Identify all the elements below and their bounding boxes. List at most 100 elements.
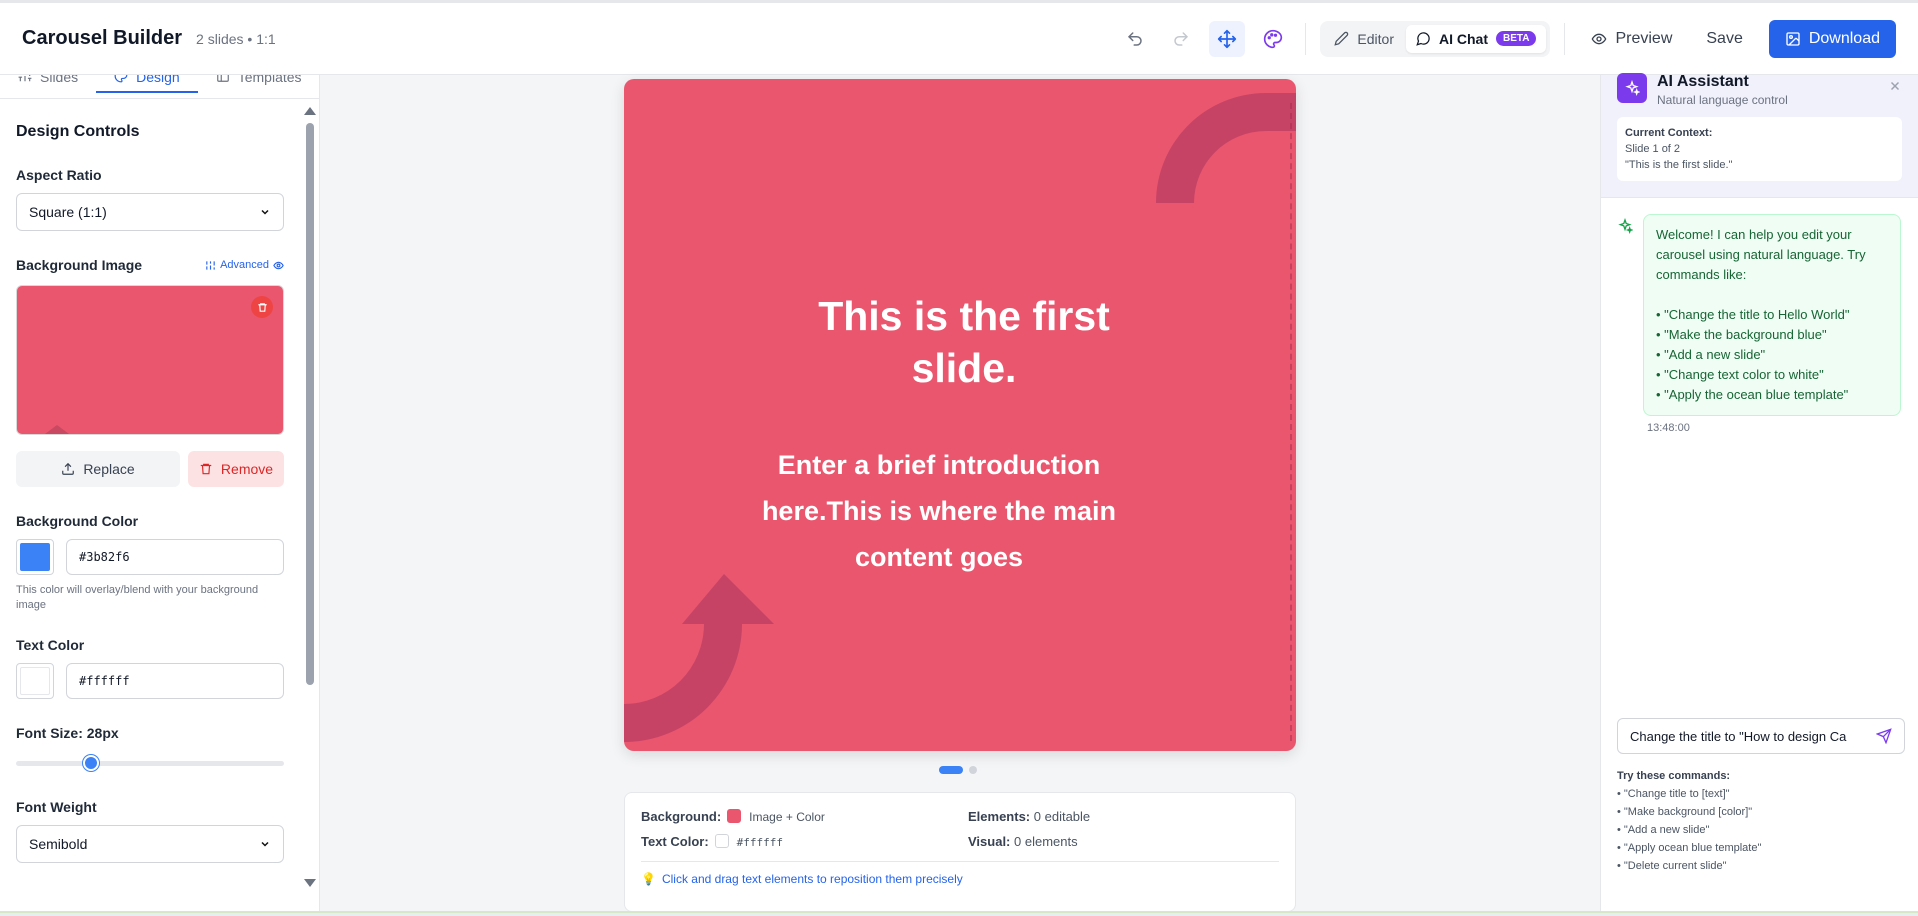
- lightbulb-icon: 💡: [641, 872, 656, 886]
- sliders-icon: [18, 75, 32, 82]
- font-weight-select[interactable]: Semibold: [16, 825, 284, 863]
- current-context: Current Context: Slide 1 of 2 "This is t…: [1617, 117, 1902, 181]
- bg-color-label: Background Color: [16, 513, 139, 529]
- info-text-color-value: #ffffff: [736, 836, 784, 849]
- ai-chat-mode-button[interactable]: AI Chat BETA: [1405, 24, 1547, 53]
- context-label: Current Context:: [1625, 127, 1713, 139]
- command-item[interactable]: • "Add a new slide": [1617, 821, 1761, 839]
- text-color-input[interactable]: #ffffff: [66, 663, 284, 699]
- app-root: Carousel Builder 2 slides • 1:1 Editor A…: [0, 0, 1918, 916]
- slide-canvas[interactable]: This is the first slide. Enter a brief i…: [624, 79, 1296, 751]
- tip-text: Click and drag text elements to repositi…: [661, 872, 963, 886]
- command-item[interactable]: • "Delete current slide": [1617, 857, 1761, 875]
- upload-icon: [62, 462, 75, 475]
- commands-label: Try these commands:: [1617, 770, 1731, 782]
- redo-button[interactable]: [1163, 21, 1199, 57]
- move-tool-button[interactable]: [1209, 20, 1246, 57]
- pencil-icon: [1334, 31, 1349, 46]
- command-item[interactable]: • "Change title to [text]": [1617, 785, 1761, 803]
- scroll-thumb[interactable]: [306, 123, 314, 685]
- slide-count: 2 slides • 1:1: [196, 30, 276, 47]
- undo-button[interactable]: [1117, 21, 1153, 57]
- delete-image-button[interactable]: [251, 296, 273, 318]
- design-sidebar: Slides Design Templates Design Controls …: [0, 75, 320, 911]
- move-icon: [1218, 29, 1237, 48]
- tab-templates-label: Templates: [237, 75, 302, 85]
- ai-header: AI Assistant Natural language control Cu…: [1601, 73, 1918, 198]
- advanced-toggle[interactable]: Advanced: [205, 259, 284, 271]
- text-color-label: Text Color: [16, 637, 85, 653]
- save-button[interactable]: Save: [1694, 22, 1754, 56]
- command-item[interactable]: • "Apply ocean blue template": [1617, 839, 1761, 857]
- slider-track: [16, 761, 284, 766]
- sidebar-scrollbar[interactable]: [303, 103, 317, 887]
- tab-templates[interactable]: Templates: [198, 75, 319, 93]
- info-visual-label: Visual:: [968, 834, 1011, 849]
- ai-assistant-panel: AI Assistant Natural language control Cu…: [1600, 73, 1918, 911]
- sliders-icon: [206, 260, 215, 270]
- remove-button[interactable]: Remove: [188, 451, 284, 487]
- scroll-down-arrow[interactable]: [304, 879, 316, 887]
- info-text-color-label: Text Color:: [641, 834, 709, 849]
- info-background-label: Background:: [641, 809, 722, 824]
- pagination-dot[interactable]: [969, 766, 977, 774]
- save-label: Save: [1706, 29, 1743, 47]
- slide-body-text[interactable]: Enter a brief introduction here.This is …: [754, 442, 1124, 580]
- close-icon[interactable]: [1888, 79, 1902, 98]
- slider-knob[interactable]: [83, 755, 100, 771]
- chat-input-value: Change the title to "How to design Ca: [1630, 728, 1847, 744]
- aspect-ratio-value: Square (1:1): [29, 204, 107, 220]
- scroll-up-arrow[interactable]: [304, 107, 316, 115]
- chat-bubble-icon: [1416, 32, 1430, 46]
- app-title: Carousel Builder: [22, 27, 183, 49]
- preview-label: Preview: [1615, 29, 1673, 47]
- chevron-down-icon: [261, 209, 269, 215]
- undo-icon: [1128, 31, 1143, 46]
- tab-slides[interactable]: Slides: [0, 75, 96, 93]
- welcome-bubble: Welcome! I can help you edit your carous…: [1643, 214, 1901, 416]
- chat-input[interactable]: Change the title to "How to design Ca: [1617, 718, 1905, 754]
- sparkles-icon: [1617, 73, 1647, 103]
- chevron-down-icon: [261, 841, 269, 847]
- text-color-swatch[interactable]: [16, 663, 54, 699]
- command-item[interactable]: • "Make background [color]": [1617, 803, 1761, 821]
- info-background-value: Image + Color: [749, 810, 825, 824]
- ai-title-row: AI Assistant Natural language control: [1617, 73, 1902, 107]
- context-slide: Slide 1 of 2: [1625, 143, 1681, 155]
- text-mini-swatch: [714, 834, 729, 848]
- selection-guide: [1290, 103, 1292, 741]
- preview-button[interactable]: Preview: [1579, 22, 1684, 56]
- slide-info-card: Background: Image + Color Elements: 0 edi…: [624, 792, 1296, 912]
- font-size-label: Font Size: 28px: [16, 725, 119, 741]
- editor-mode-button[interactable]: Editor: [1324, 25, 1404, 53]
- tab-design[interactable]: Design: [96, 75, 198, 93]
- bg-color-swatch[interactable]: [16, 539, 54, 575]
- download-button[interactable]: Download: [1768, 19, 1896, 58]
- slide-title-text[interactable]: This is the first slide.: [799, 290, 1129, 394]
- advanced-label: Advanced: [220, 259, 269, 271]
- drag-tip: 💡 Click and drag text elements to reposi…: [641, 872, 1279, 886]
- pagination-dot-active[interactable]: [939, 766, 963, 774]
- divider: [1305, 22, 1307, 55]
- design-controls: Design Controls Aspect Ratio Square (1:1…: [0, 123, 300, 863]
- decorative-arc-top: [1156, 93, 1296, 203]
- bg-color-input[interactable]: #3b82f6: [66, 539, 284, 575]
- info-visual-value: 0 elements: [1014, 834, 1078, 849]
- aspect-ratio-select[interactable]: Square (1:1): [16, 193, 284, 231]
- font-weight-value: Semibold: [29, 836, 88, 852]
- palette-icon: [1264, 29, 1283, 48]
- beta-badge: BETA: [1495, 31, 1537, 46]
- info-divider: [641, 861, 1279, 862]
- window-bottom-edge: [0, 911, 1918, 916]
- top-bar: Carousel Builder 2 slides • 1:1 Editor A…: [0, 0, 1918, 75]
- decorative-arrow-bottom: [624, 574, 774, 742]
- bg-image-preview: [16, 285, 284, 435]
- font-size-slider[interactable]: [16, 755, 284, 771]
- replace-button[interactable]: Replace: [16, 451, 180, 487]
- send-icon[interactable]: [1876, 728, 1892, 744]
- editor-label: Editor: [1357, 30, 1394, 47]
- replace-label: Replace: [83, 461, 135, 477]
- sidebar-tabs: Slides Design Templates: [0, 75, 319, 99]
- theme-button[interactable]: [1255, 21, 1291, 57]
- assistant-message: Welcome! I can help you edit your carous…: [1601, 198, 1918, 416]
